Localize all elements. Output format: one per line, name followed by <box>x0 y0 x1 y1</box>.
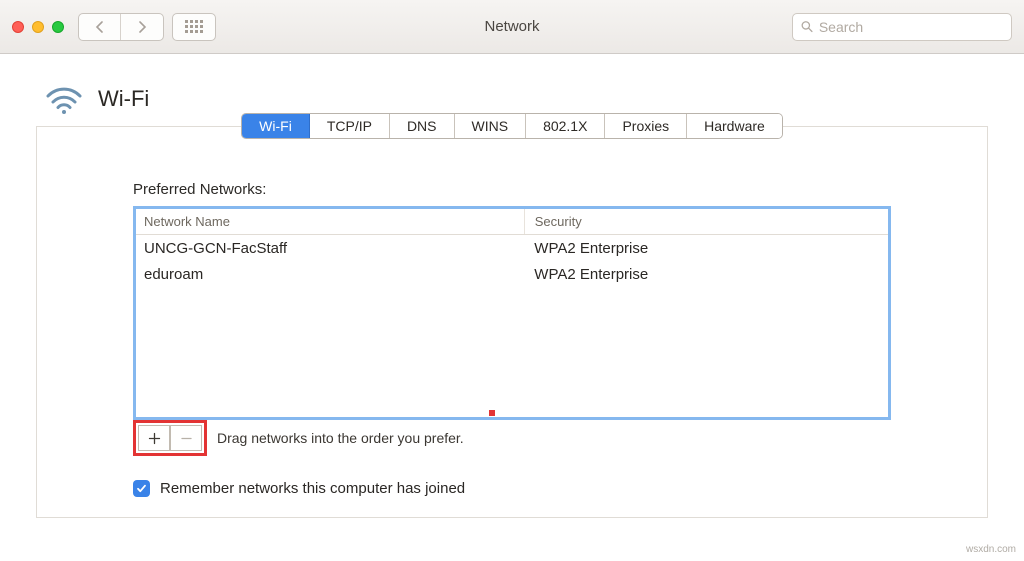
reorder-hint: Drag networks into the order you prefer. <box>217 430 464 446</box>
preferred-networks-table[interactable]: Network Name Security UNCG-GCN-FacStaff … <box>133 206 891 420</box>
tab-dns[interactable]: DNS <box>390 114 455 138</box>
add-network-button[interactable] <box>138 425 170 451</box>
cell-network-name: eduroam <box>144 266 524 283</box>
plus-icon <box>148 432 161 445</box>
chevron-left-icon <box>95 21 104 33</box>
table-footer: Drag networks into the order you prefer. <box>133 420 891 456</box>
remember-networks-checkbox[interactable] <box>133 480 150 497</box>
traffic-lights <box>12 21 64 33</box>
search-input[interactable] <box>819 19 1003 35</box>
panel-body: Preferred Networks: Network Name Securit… <box>37 139 987 517</box>
search-icon <box>801 20 813 33</box>
all-preferences-button[interactable] <box>172 13 216 41</box>
remember-networks-label: Remember networks this computer has join… <box>160 480 465 497</box>
tabbar-wrap: Wi-Fi TCP/IP DNS WINS 802.1X Proxies Har… <box>37 113 987 139</box>
chevron-right-icon <box>138 21 147 33</box>
col-header-security[interactable]: Security <box>524 209 880 234</box>
settings-panel: Wi-Fi TCP/IP DNS WINS 802.1X Proxies Har… <box>36 126 988 518</box>
close-window-button[interactable] <box>12 21 24 33</box>
tab-proxies[interactable]: Proxies <box>605 114 687 138</box>
tab-wins[interactable]: WINS <box>455 114 527 138</box>
tab-hardware[interactable]: Hardware <box>687 114 782 138</box>
remove-network-button[interactable] <box>170 425 202 451</box>
wifi-icon <box>44 84 84 114</box>
preferred-networks-label: Preferred Networks: <box>133 181 891 198</box>
col-header-name[interactable]: Network Name <box>144 214 524 229</box>
cell-security: WPA2 Enterprise <box>524 235 880 261</box>
settings-tabbar: Wi-Fi TCP/IP DNS WINS 802.1X Proxies Har… <box>241 113 783 139</box>
window-titlebar: Network <box>0 0 1024 54</box>
tab-wifi[interactable]: Wi-Fi <box>242 114 310 138</box>
back-button[interactable] <box>79 14 121 40</box>
tab-tcpip[interactable]: TCP/IP <box>310 114 390 138</box>
window-title: Network <box>484 18 539 35</box>
grid-icon <box>185 20 203 33</box>
cursor-marker <box>489 410 495 416</box>
watermark: wsxdn.com <box>966 544 1016 555</box>
minus-icon <box>180 432 193 445</box>
remember-networks-row: Remember networks this computer has join… <box>133 480 891 497</box>
search-field-wrap[interactable] <box>792 13 1012 41</box>
check-icon <box>136 483 147 494</box>
forward-button[interactable] <box>121 14 163 40</box>
table-row[interactable]: UNCG-GCN-FacStaff WPA2 Enterprise <box>136 235 888 261</box>
minimize-window-button[interactable] <box>32 21 44 33</box>
add-remove-highlight <box>133 420 207 456</box>
page-title: Wi-Fi <box>98 86 149 112</box>
cell-network-name: UNCG-GCN-FacStaff <box>144 240 524 257</box>
zoom-window-button[interactable] <box>52 21 64 33</box>
nav-back-forward <box>78 13 164 41</box>
table-body[interactable]: UNCG-GCN-FacStaff WPA2 Enterprise eduroa… <box>136 235 888 417</box>
table-row[interactable]: eduroam WPA2 Enterprise <box>136 261 888 287</box>
table-header: Network Name Security <box>136 209 888 235</box>
tab-8021x[interactable]: 802.1X <box>526 114 605 138</box>
cell-security: WPA2 Enterprise <box>524 261 880 287</box>
